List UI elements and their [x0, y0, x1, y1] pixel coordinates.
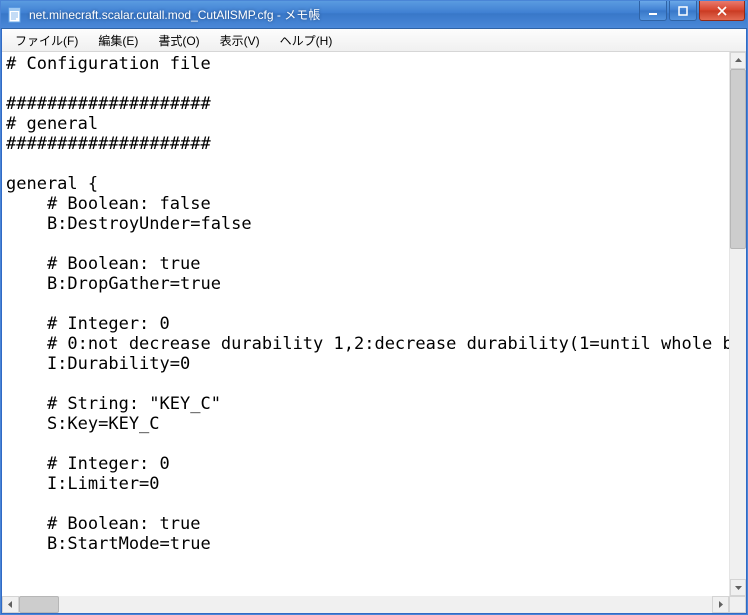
horizontal-scrollbar[interactable] [2, 596, 746, 613]
titlebar[interactable]: net.minecraft.scalar.cutall.mod_CutAllSM… [1, 1, 747, 29]
menubar: ファイル(F) 編集(E) 書式(O) 表示(V) ヘルプ(H) [2, 29, 746, 52]
client-area: ファイル(F) 編集(E) 書式(O) 表示(V) ヘルプ(H) # Confi… [1, 29, 747, 614]
menu-help[interactable]: ヘルプ(H) [271, 29, 342, 52]
editor-area: # Configuration file ###################… [2, 52, 746, 596]
close-button[interactable] [699, 1, 745, 21]
menu-format[interactable]: 書式(O) [149, 29, 208, 52]
scroll-left-button[interactable] [2, 596, 19, 613]
scroll-up-button[interactable] [730, 52, 746, 69]
scroll-track-h[interactable] [19, 596, 712, 613]
window-title: net.minecraft.scalar.cutall.mod_CutAllSM… [29, 6, 639, 23]
menu-view[interactable]: 表示(V) [211, 29, 269, 52]
notepad-icon [7, 7, 23, 23]
scroll-thumb[interactable] [730, 69, 746, 249]
scroll-thumb-h[interactable] [19, 596, 59, 613]
minimize-button[interactable] [639, 1, 667, 21]
scroll-down-button[interactable] [730, 579, 746, 596]
maximize-button[interactable] [669, 1, 697, 21]
scroll-track[interactable] [730, 69, 746, 579]
scroll-right-button[interactable] [712, 596, 729, 613]
scrollbar-corner [729, 596, 746, 613]
menu-edit[interactable]: 編集(E) [89, 29, 147, 52]
text-editor[interactable]: # Configuration file ###################… [2, 52, 729, 596]
window-controls [639, 1, 745, 21]
menu-file[interactable]: ファイル(F) [6, 29, 87, 52]
vertical-scrollbar[interactable] [729, 52, 746, 596]
